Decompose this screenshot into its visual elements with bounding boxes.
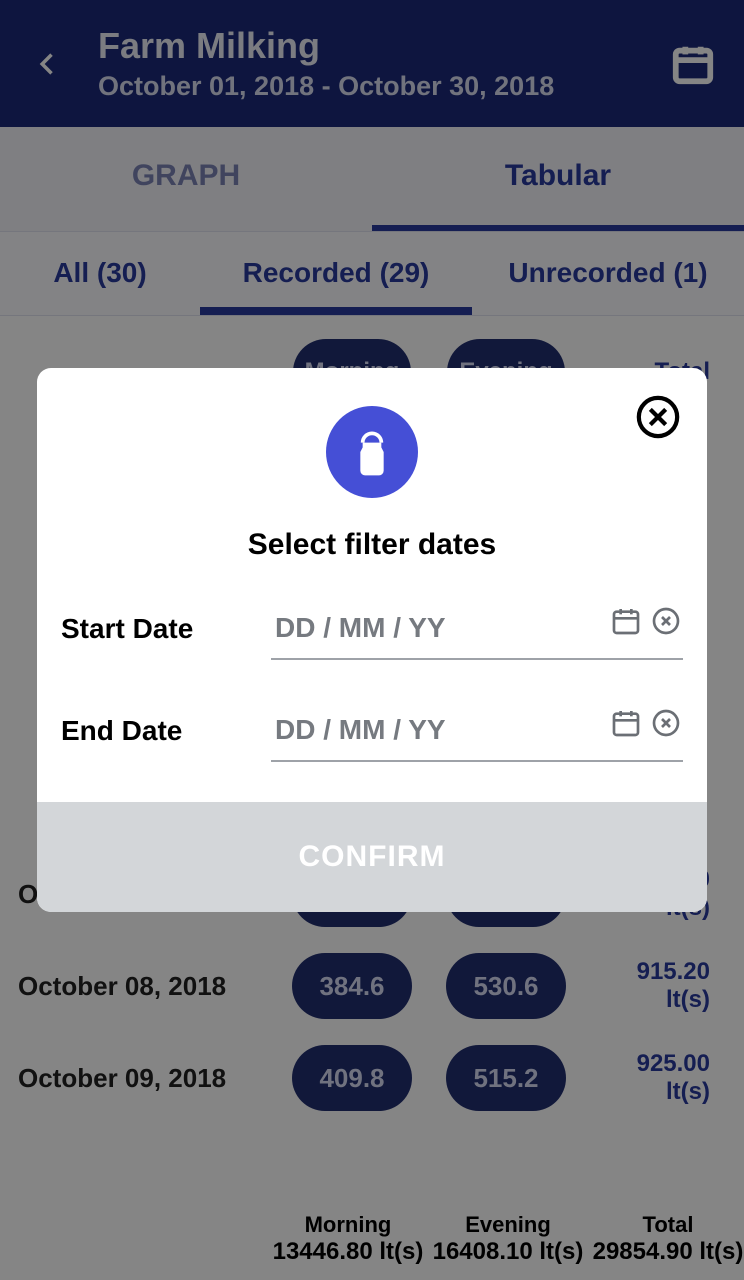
start-date-clear-button[interactable]: [649, 604, 683, 638]
modal-close-button[interactable]: [635, 394, 681, 440]
end-date-picker-button[interactable]: [609, 706, 643, 740]
calendar-icon: [610, 605, 642, 637]
start-date-picker-button[interactable]: [609, 604, 643, 638]
date-filter-modal: Select filter dates Start Date: [37, 368, 707, 912]
calendar-icon: [610, 707, 642, 739]
app-root: Farm Milking October 01, 2018 - October …: [0, 0, 744, 1280]
end-date-clear-button[interactable]: [649, 706, 683, 740]
end-date-label: End Date: [61, 715, 271, 747]
clear-icon: [650, 707, 682, 739]
modal-overlay[interactable]: Select filter dates Start Date: [0, 0, 744, 1280]
end-date-field: End Date: [37, 700, 707, 762]
close-icon: [635, 394, 681, 440]
start-date-label: Start Date: [61, 613, 271, 645]
clear-icon: [650, 605, 682, 637]
confirm-button[interactable]: CONFIRM: [37, 802, 707, 912]
start-date-field: Start Date: [37, 598, 707, 660]
milk-can-icon: [326, 406, 418, 498]
modal-title: Select filter dates: [37, 528, 707, 562]
